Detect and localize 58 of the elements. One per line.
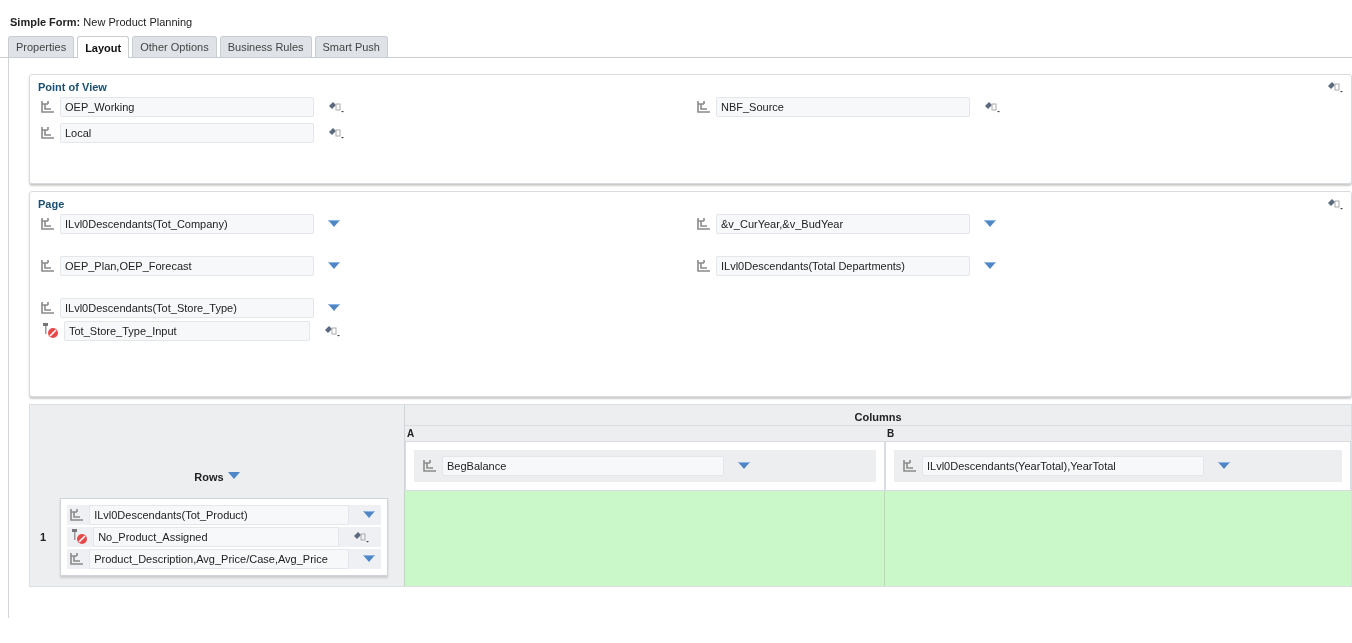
- dropdown-icon[interactable]: [227, 472, 240, 480]
- hierarchy-icon: [40, 126, 56, 140]
- tab[interactable]: Business Rules: [219, 36, 312, 57]
- dropdown-icon[interactable]: [328, 220, 340, 228]
- member-field[interactable]: ILvl0Descendants(Tot_Company): [60, 214, 314, 234]
- member-field[interactable]: ILvl0Descendants(Tot_Store_Type): [60, 298, 314, 318]
- member-field[interactable]: OEP_Plan,OEP_Forecast: [60, 256, 314, 276]
- member-field[interactable]: OEP_Working: [60, 97, 314, 117]
- section-title: Point of View: [38, 81, 107, 93]
- options-icon[interactable]: [1327, 198, 1343, 210]
- member-field[interactable]: &v_CurYear,&v_BudYear: [716, 214, 970, 234]
- dropdown-icon[interactable]: [363, 510, 376, 519]
- dropdown-icon[interactable]: [984, 220, 996, 228]
- hierarchy-icon: [40, 301, 56, 315]
- options-icon[interactable]: [984, 101, 1000, 113]
- dropdown-icon[interactable]: [738, 462, 750, 470]
- member-field[interactable]: Tot_Store_Type_Input: [64, 321, 310, 341]
- options-icon[interactable]: [353, 530, 370, 543]
- hierarchy-icon: [696, 259, 712, 273]
- hierarchy-icon: [696, 100, 712, 114]
- form-title: Simple Form: New Product Planning: [10, 16, 193, 28]
- dropdown-icon[interactable]: [1218, 462, 1230, 470]
- hierarchy-icon: [69, 507, 86, 522]
- hierarchy-icon: [422, 459, 438, 473]
- options-icon[interactable]: [328, 101, 344, 113]
- row-number: 1: [40, 530, 47, 543]
- hierarchy-icon: [902, 459, 918, 473]
- hierarchy-icon: [40, 217, 56, 231]
- member-field[interactable]: Local: [60, 123, 314, 143]
- tab[interactable]: Layout: [77, 36, 130, 58]
- hierarchy-icon: [40, 259, 56, 273]
- columns-label: Columns: [854, 411, 902, 423]
- hierarchy-icon: [696, 217, 712, 231]
- tab[interactable]: Properties: [8, 36, 75, 57]
- prohibited-icon: [71, 528, 90, 545]
- dropdown-icon[interactable]: [328, 304, 340, 312]
- dropdown-icon[interactable]: [984, 262, 996, 270]
- member-field[interactable]: No_Product_Assigned: [93, 526, 340, 547]
- member-field[interactable]: ILvl0Descendants(Tot_Product): [89, 504, 350, 525]
- options-icon[interactable]: [328, 127, 344, 139]
- dropdown-icon[interactable]: [328, 262, 340, 270]
- column-letter: A: [406, 427, 416, 441]
- hierarchy-icon: [69, 551, 86, 566]
- options-icon[interactable]: [324, 325, 340, 337]
- column-letter: B: [886, 427, 896, 441]
- prohibited-icon: [42, 323, 60, 339]
- member-field[interactable]: NBF_Source: [716, 97, 970, 117]
- options-icon[interactable]: [1327, 81, 1343, 93]
- dropdown-icon[interactable]: [363, 554, 376, 563]
- section-title: Page: [38, 198, 65, 210]
- member-field[interactable]: ILvl0Descendants(YearTotal),YearTotal: [922, 456, 1204, 476]
- rows-label: Rows: [194, 471, 224, 483]
- member-field[interactable]: Product_Description,Avg_Price/Case,Avg_Price: [89, 548, 350, 569]
- tab[interactable]: Other Options: [132, 36, 217, 57]
- hierarchy-icon: [40, 100, 56, 114]
- tab[interactable]: Smart Push: [314, 36, 388, 57]
- member-field[interactable]: BegBalance: [442, 456, 724, 476]
- member-field[interactable]: ILvl0Descendants(Total Departments): [716, 256, 970, 276]
